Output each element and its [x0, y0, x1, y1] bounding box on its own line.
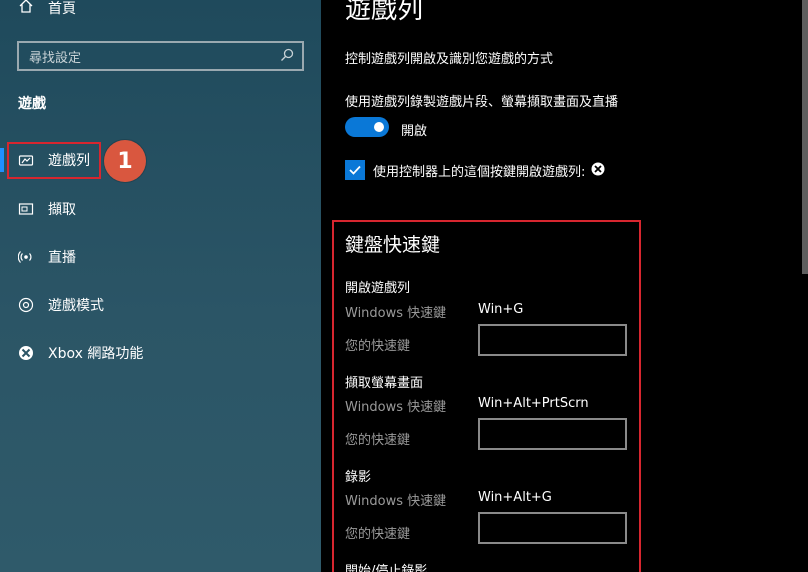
home-icon: [18, 0, 34, 18]
sidebar-item-label: 遊戲模式: [48, 298, 104, 314]
shortcut-group-title: 擷取螢幕畫面: [345, 376, 424, 391]
toggle-knob: [374, 122, 384, 132]
page-description: 控制遊戲列開啟及識別您遊戲的方式: [345, 52, 554, 67]
sidebar-item-label: Xbox 網路功能: [48, 346, 144, 362]
game-bar-toggle[interactable]: [345, 117, 389, 137]
page-title: 遊戲列: [345, 0, 424, 25]
search-icon[interactable]: [280, 47, 294, 66]
home-link[interactable]: 首頁: [18, 0, 76, 19]
capture-icon: [18, 201, 34, 217]
windows-shortcut-value: Win+G: [478, 302, 524, 317]
content-pane: 遊戲列 控制遊戲列開啟及識別您遊戲的方式 使用遊戲列錄製遊戲片段、螢幕擷取畫面及…: [321, 0, 808, 572]
controller-checkbox[interactable]: [345, 160, 365, 180]
your-shortcut-label: 您的快速鍵: [345, 339, 411, 354]
search-box[interactable]: 尋找設定: [17, 41, 304, 71]
sidebar-item-capture[interactable]: 擷取: [18, 197, 76, 221]
sidebar-item-xbox-networking[interactable]: Xbox 網路功能: [18, 341, 143, 365]
your-shortcut-input[interactable]: [478, 512, 627, 544]
shortcut-group-title: 錄影: [345, 470, 372, 485]
toggle-state-label: 開啟: [401, 124, 428, 139]
windows-shortcut-label: Windows 快速鍵: [345, 306, 447, 321]
shortcut-group-title: 開啟遊戲列: [345, 281, 411, 296]
annotation-badge: 1: [104, 140, 146, 182]
controller-checkbox-label: 使用控制器上的這個按鍵開啟遊戲列:: [373, 161, 605, 180]
sidebar-item-broadcast[interactable]: 直播: [18, 245, 76, 269]
sidebar: 首頁 尋找設定 遊戲 遊戲列 1 擷取 直播 遊戲模式 Xbox 網路功能: [0, 0, 321, 572]
xbox-icon: [18, 345, 34, 361]
xbox-button-icon: [591, 162, 605, 180]
your-shortcut-label: 您的快速鍵: [345, 527, 411, 542]
highlight-box: [7, 142, 101, 179]
home-label: 首頁: [48, 1, 76, 17]
section-title: 遊戲: [18, 96, 46, 112]
active-indicator: [0, 148, 4, 172]
windows-shortcut-value: Win+Alt+G: [478, 490, 552, 505]
your-shortcut-input[interactable]: [478, 418, 627, 450]
windows-shortcut-label: Windows 快速鍵: [345, 400, 447, 415]
shortcuts-title: 鍵盤快速鍵: [345, 234, 441, 256]
scrollbar[interactable]: [802, 0, 808, 274]
search-input[interactable]: 尋找設定: [29, 47, 81, 66]
your-shortcut-input[interactable]: [478, 324, 627, 356]
windows-shortcut-label: Windows 快速鍵: [345, 494, 447, 509]
controller-label-text: 使用控制器上的這個按鍵開啟遊戲列:: [373, 165, 586, 180]
broadcast-icon: [18, 249, 34, 265]
record-setting-label: 使用遊戲列錄製遊戲片段、螢幕擷取畫面及直播: [345, 95, 619, 110]
game-mode-icon: [18, 297, 34, 313]
shortcut-group-title: 開始/停止錄影: [345, 564, 428, 572]
your-shortcut-label: 您的快速鍵: [345, 433, 411, 448]
sidebar-item-label: 直播: [48, 250, 76, 266]
checkmark-icon: [349, 165, 361, 175]
sidebar-item-game-mode[interactable]: 遊戲模式: [18, 293, 104, 317]
sidebar-item-label: 擷取: [48, 202, 76, 218]
windows-shortcut-value: Win+Alt+PrtScrn: [478, 396, 589, 411]
